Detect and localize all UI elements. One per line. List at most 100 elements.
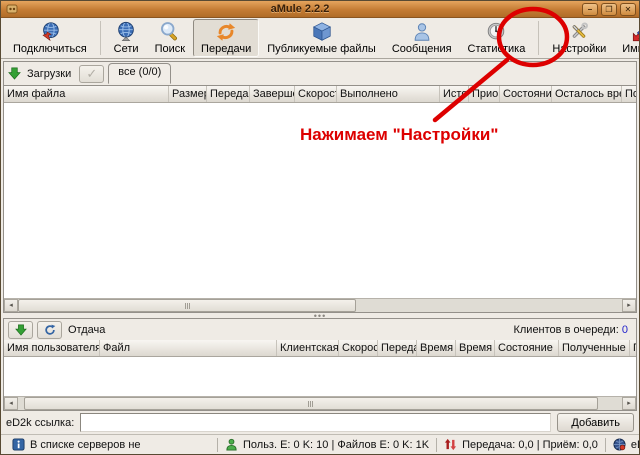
status-bar: В списке серверов не Польз. E: 0 K: 10 |… — [1, 434, 639, 454]
downloads-list — [4, 103, 636, 298]
column-header-4[interactable]: Передан — [378, 340, 417, 356]
networks-globe-icon — [115, 21, 137, 43]
column-header-4[interactable]: Скорост — [295, 86, 337, 102]
column-header-5[interactable]: Время о — [417, 340, 456, 356]
downloads-hscrollbar[interactable]: ◂ ▸ — [4, 298, 636, 312]
statistics-button[interactable]: Статистика — [460, 19, 534, 57]
transfer-rate-text: Передача: 0,0 | Приём: 0,0 — [462, 439, 598, 451]
download-arrow-icon — [8, 67, 21, 80]
messages-label: Сообщения — [392, 43, 452, 55]
column-header-2[interactable]: Передан — [207, 86, 250, 102]
column-header-8[interactable]: Полученные ч — [559, 340, 630, 356]
uploads-table-header: Имя пользователяФайлКлиентская пСкоростП… — [4, 340, 636, 357]
statistics-label: Статистика — [468, 43, 526, 55]
queue-label: Клиентов в очереди: — [513, 324, 618, 336]
column-header-0[interactable]: Имя файла — [4, 86, 169, 102]
downloads-title: Загрузки — [27, 68, 71, 80]
scrollbar-thumb[interactable] — [18, 299, 356, 312]
uploads-toggle-button[interactable] — [8, 321, 33, 339]
column-header-2[interactable]: Клиентская п — [277, 340, 339, 356]
downloads-panel: Загрузки ✓ все (0/0) Имя файлаРазмерПере… — [3, 61, 637, 313]
shared-files-button[interactable]: Публикуемые файлы — [259, 19, 384, 57]
statistics-clock-icon — [485, 21, 507, 43]
column-header-9[interactable]: Осталось врем — [552, 86, 622, 102]
downloads-table-header: Имя файлаРазмерПереданЗавершеСкоростВыпо… — [4, 86, 636, 103]
scrollbar-thumb[interactable] — [24, 397, 598, 410]
preferences-label: Настройки — [552, 43, 606, 55]
downloads-section-bar: Загрузки ✓ все (0/0) — [4, 62, 636, 86]
add-link-button[interactable]: Добавить — [557, 413, 634, 432]
clear-completed-button[interactable]: ✓ — [79, 65, 104, 83]
import-button[interactable]: Импорт — [614, 19, 640, 57]
import-arrows-icon — [631, 21, 640, 43]
check-icon: ✓ — [86, 66, 97, 82]
scroll-left-icon[interactable]: ◂ — [4, 299, 18, 312]
column-header-10[interactable]: По — [622, 86, 636, 102]
network-status-segment: eD2k: не соединено | Kad: Выключено — [606, 438, 639, 451]
toolbar-separator — [538, 21, 539, 55]
messages-person-icon — [411, 21, 433, 43]
uploads-refresh-button[interactable] — [37, 321, 62, 339]
scroll-right-icon[interactable]: ▸ — [622, 299, 636, 312]
networks-button[interactable]: Сети — [106, 19, 147, 57]
column-header-3[interactable]: Скорост — [339, 340, 378, 356]
search-button[interactable]: Поиск — [147, 19, 193, 57]
maximize-button[interactable]: ❐ — [601, 3, 617, 16]
preferences-tools-icon — [568, 21, 590, 43]
users-icon — [225, 438, 238, 451]
toolbar: Подключиться Сети Поиск — [1, 18, 639, 59]
column-header-6[interactable]: Источ — [440, 86, 469, 102]
networks-label: Сети — [114, 43, 139, 55]
transfers-icon — [215, 21, 237, 43]
column-header-1[interactable]: Файл — [100, 340, 277, 356]
messages-button[interactable]: Сообщения — [384, 19, 460, 57]
network-status-text: eD2k: не соединено | Kad: Выключено — [631, 439, 639, 451]
ed2k-link-input[interactable] — [80, 413, 551, 432]
column-header-8[interactable]: Состояни — [500, 86, 552, 102]
column-header-3[interactable]: Заверше — [250, 86, 295, 102]
column-header-7[interactable]: Состояние — [495, 340, 559, 356]
transfer-rate-icon — [444, 438, 457, 451]
transfers-button[interactable]: Передачи — [193, 19, 259, 57]
download-arrow-icon — [15, 324, 27, 336]
column-header-6[interactable]: Время з — [456, 340, 495, 356]
column-header-7[interactable]: Приори — [469, 86, 500, 102]
uploads-hscrollbar[interactable]: ◂ ▸ — [4, 396, 636, 410]
app-icon — [6, 3, 18, 15]
connect-button[interactable]: Подключиться — [5, 19, 95, 57]
shared-files-label: Публикуемые файлы — [267, 43, 376, 55]
column-header-0[interactable]: Имя пользователя — [4, 340, 100, 356]
server-status-text: В списке серверов не — [30, 439, 141, 451]
users-files-text: Польз. E: 0 K: 10 | Файлов E: 0 K: 1K — [243, 439, 429, 451]
uploads-panel: Отдача Клиентов в очереди: 0 Имя пользов… — [3, 318, 637, 411]
toolbar-separator — [100, 21, 101, 55]
ed2k-link-bar: eD2k ссылка: Добавить — [1, 411, 639, 434]
transfers-label: Передачи — [201, 43, 251, 55]
column-header-5[interactable]: Выполнено — [337, 86, 440, 102]
window-title: aMule 2.2.2 — [18, 3, 582, 15]
server-status-segment: В списке серверов не — [5, 438, 217, 451]
connect-label: Подключиться — [13, 43, 87, 55]
import-label: Импорт — [622, 43, 640, 55]
queue-count: 0 — [622, 324, 628, 336]
scroll-right-icon[interactable]: ▸ — [622, 397, 636, 410]
downloads-tab-all[interactable]: все (0/0) — [108, 63, 171, 84]
titlebar: aMule 2.2.2 – ❐ ✕ — [1, 1, 639, 18]
transfer-rate-segment: Передача: 0,0 | Приём: 0,0 — [437, 438, 605, 451]
minimize-button[interactable]: – — [582, 3, 598, 16]
uploads-section-bar: Отдача Клиентов в очереди: 0 — [4, 319, 636, 340]
preferences-button[interactable]: Настройки — [544, 19, 614, 57]
uploads-title: Отдача — [68, 324, 105, 336]
amule-window: aMule 2.2.2 – ❐ ✕ Подключиться — [0, 0, 640, 455]
scroll-left-icon[interactable]: ◂ — [4, 397, 18, 410]
close-button[interactable]: ✕ — [620, 3, 636, 16]
network-status-icon — [613, 438, 626, 451]
search-icon — [159, 21, 181, 43]
column-header-9[interactable]: П — [630, 340, 636, 356]
column-header-1[interactable]: Размер — [169, 86, 207, 102]
ed2k-label: eD2k ссылка: — [6, 417, 74, 429]
search-label: Поиск — [155, 43, 185, 55]
connect-globe-icon — [39, 21, 61, 43]
uploads-list — [4, 357, 636, 396]
queue-status: Клиентов в очереди: 0 — [513, 324, 632, 336]
